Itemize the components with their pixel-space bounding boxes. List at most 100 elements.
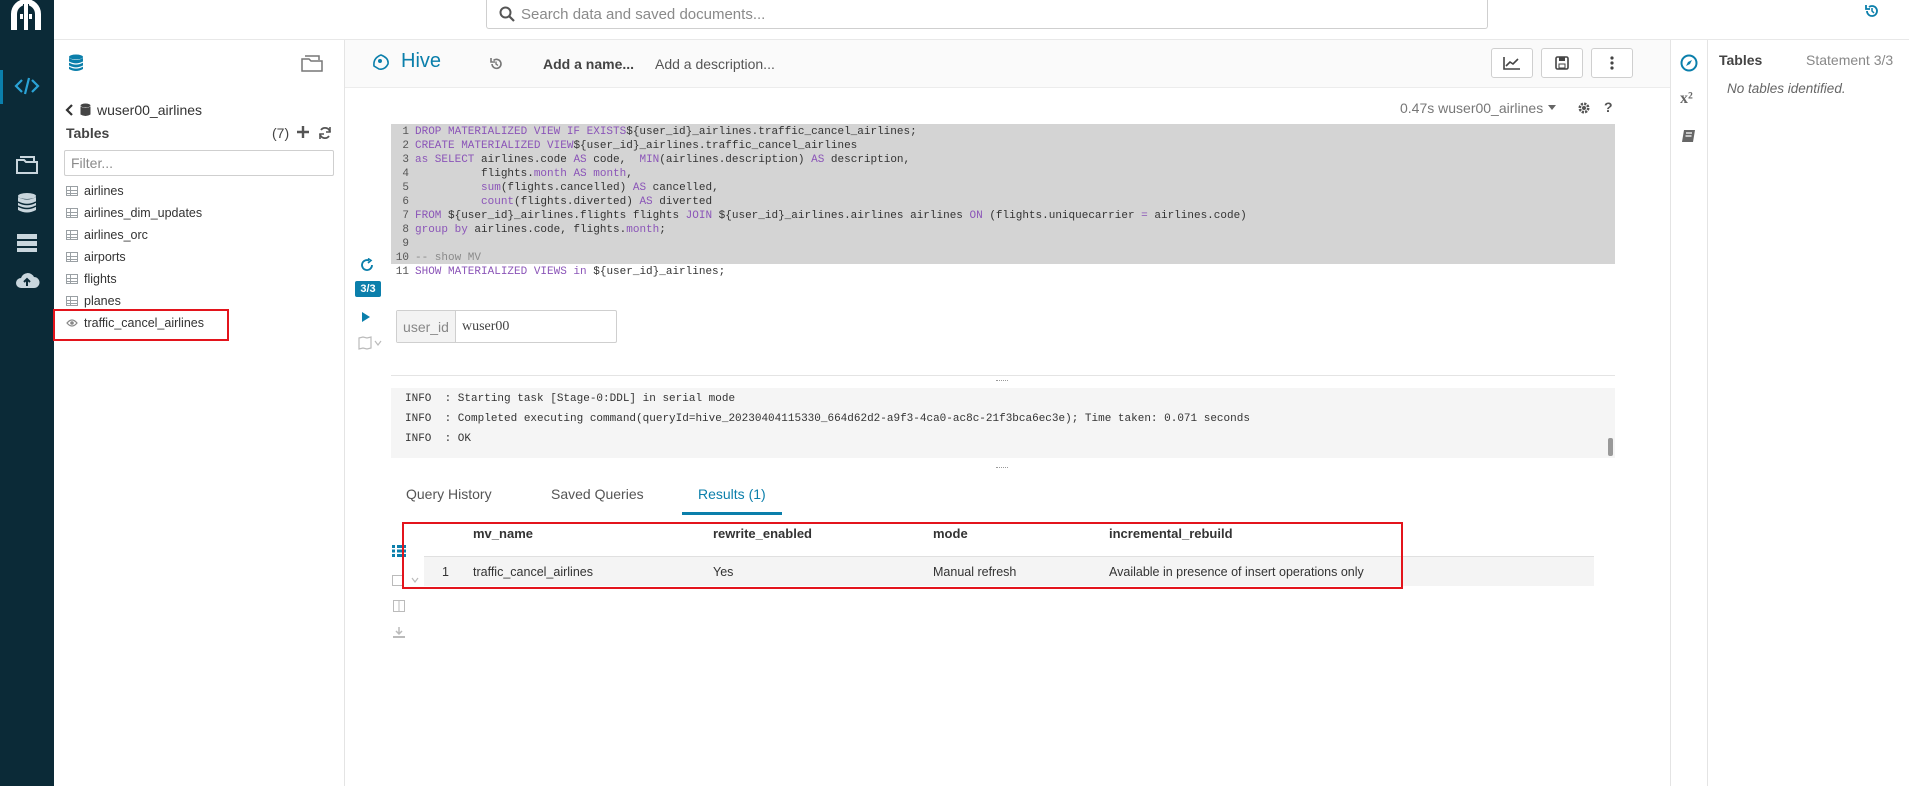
highlight-box-table bbox=[53, 309, 229, 341]
search-icon bbox=[499, 6, 515, 22]
editor-code-icon[interactable] bbox=[14, 73, 40, 99]
table-item-planes[interactable]: planes bbox=[66, 291, 121, 311]
execution-info-text: 0.47s wuser00_airlines bbox=[1400, 100, 1544, 116]
code-line: as SELECT airlines.code AS code, MIN(air… bbox=[415, 154, 911, 166]
back-chevron-icon[interactable] bbox=[64, 103, 74, 117]
table-icon bbox=[66, 274, 78, 284]
global-search[interactable] bbox=[486, 0, 1488, 29]
table-item-airports[interactable]: airports bbox=[66, 247, 126, 267]
sql-editor[interactable]: 1 2 3 4 5 6 7 8 9 10 11 DROP MATERIALIZE… bbox=[391, 124, 1615, 278]
line-chart-icon bbox=[1503, 56, 1521, 70]
documents-icon[interactable] bbox=[14, 152, 40, 178]
parameter-field[interactable]: user_id bbox=[396, 310, 617, 343]
breadcrumb[interactable]: wuser00_airlines bbox=[64, 100, 334, 120]
drag-handle[interactable] bbox=[996, 467, 1008, 469]
tab-saved-queries[interactable]: Saved Queries bbox=[551, 486, 644, 502]
refresh-icon[interactable] bbox=[318, 126, 332, 140]
help-icon[interactable]: ? bbox=[1604, 99, 1613, 115]
folder-icon[interactable] bbox=[301, 54, 323, 72]
vertical-dots-icon bbox=[1610, 56, 1614, 70]
log-line: INFO : Completed executing command(query… bbox=[405, 413, 1250, 425]
line-number: 2 bbox=[402, 140, 409, 152]
parameter-label: user_id bbox=[397, 311, 456, 342]
statement-badge: 3/3 bbox=[355, 281, 381, 297]
active-tab-underline bbox=[682, 512, 782, 515]
line-number: 5 bbox=[402, 182, 409, 194]
assist-panel: wuser00_airlines Tables (7) airlines air… bbox=[53, 40, 345, 786]
table-icon bbox=[66, 186, 78, 196]
line-number: 9 bbox=[402, 238, 409, 250]
database-small-icon bbox=[80, 103, 91, 117]
functions-icon[interactable]: x² bbox=[1680, 90, 1693, 108]
line-number: 8 bbox=[402, 224, 409, 236]
active-indicator bbox=[0, 70, 3, 104]
code-line: CREATE MATERIALIZED VIEW${user_id}_airli… bbox=[415, 140, 858, 152]
line-number: 11 bbox=[395, 266, 409, 278]
empty-state-text: No tables identified. bbox=[1727, 81, 1846, 96]
tables-heading: Tables bbox=[66, 125, 110, 141]
code-line: FROM ${user_id}_airlines.flights flights… bbox=[415, 210, 1247, 222]
log-line: INFO : OK bbox=[405, 433, 472, 445]
line-number: 6 bbox=[402, 196, 409, 208]
database-icon[interactable] bbox=[14, 191, 40, 217]
engine-title[interactable]: Hive bbox=[401, 50, 441, 73]
code-line: SHOW MATERIALIZED VIEWS in ${user_id}_ai… bbox=[415, 266, 726, 278]
tab-results[interactable]: Results (1) bbox=[698, 486, 766, 502]
query-history-icon[interactable] bbox=[489, 57, 503, 71]
app-logo[interactable] bbox=[6, 0, 46, 32]
book-icon[interactable] bbox=[1681, 128, 1697, 144]
refresh-statement-icon[interactable] bbox=[360, 258, 374, 272]
snippets-book-icon[interactable] bbox=[358, 336, 382, 350]
settings-gear-icon[interactable] bbox=[1577, 101, 1591, 115]
tables-heading: Tables bbox=[1719, 52, 1763, 68]
database-icon[interactable] bbox=[68, 54, 84, 72]
drag-handle[interactable] bbox=[996, 380, 1008, 382]
line-number: 4 bbox=[402, 168, 409, 180]
right-assist-panel: x² Tables Statement 3/3 No tables identi… bbox=[1670, 40, 1909, 786]
code-line: DROP MATERIALIZED VIEW IF EXISTS${user_i… bbox=[415, 126, 917, 138]
code-line: group by airlines.code, flights.month; bbox=[415, 224, 666, 236]
editor-header: Hive Add a name... Add a description... bbox=[345, 40, 1670, 88]
compass-icon[interactable] bbox=[1680, 54, 1698, 72]
table-item-airlines-dim-updates[interactable]: airlines_dim_updates bbox=[66, 203, 202, 223]
line-number: 3 bbox=[402, 154, 409, 166]
log-line: INFO : Starting task [Stage-0:DDL] in se… bbox=[405, 393, 736, 405]
table-item-flights[interactable]: flights bbox=[66, 269, 117, 289]
tables-count: (7) bbox=[272, 125, 290, 141]
statement-indicator: Statement 3/3 bbox=[1806, 52, 1894, 68]
execution-info[interactable]: 0.47s wuser00_airlines bbox=[1400, 100, 1557, 116]
splitter[interactable] bbox=[391, 375, 1615, 376]
table-item-airlines-orc[interactable]: airlines_orc bbox=[66, 225, 148, 245]
code-line: flights.month AS month, bbox=[415, 168, 633, 180]
line-number: 10 bbox=[395, 252, 409, 264]
download-icon[interactable] bbox=[393, 627, 405, 639]
history-icon[interactable] bbox=[1864, 3, 1880, 19]
database-name: wuser00_airlines bbox=[97, 102, 203, 118]
upload-cloud-icon[interactable] bbox=[14, 268, 40, 294]
filter-input[interactable] bbox=[65, 151, 333, 175]
parameter-input[interactable] bbox=[456, 311, 606, 342]
query-description-field[interactable]: Add a description... bbox=[655, 56, 775, 72]
add-table-icon[interactable] bbox=[297, 125, 309, 139]
table-icon bbox=[66, 252, 78, 262]
table-icon bbox=[66, 230, 78, 240]
execute-play-icon[interactable] bbox=[361, 311, 371, 323]
caret-down-icon bbox=[1547, 104, 1557, 112]
jobs-icon[interactable] bbox=[14, 230, 40, 256]
highlight-box-results bbox=[402, 522, 1403, 589]
chart-button[interactable] bbox=[1491, 48, 1533, 78]
code-line: -- show MV bbox=[415, 252, 482, 264]
tab-query-history[interactable]: Query History bbox=[406, 486, 492, 502]
log-scrollbar[interactable] bbox=[1608, 438, 1613, 456]
save-button[interactable] bbox=[1541, 48, 1583, 78]
line-number: 1 bbox=[402, 126, 409, 138]
search-input[interactable] bbox=[521, 3, 1461, 25]
table-item-airlines[interactable]: airlines bbox=[66, 181, 124, 201]
table-filter[interactable] bbox=[64, 150, 334, 176]
hive-logo-icon bbox=[371, 52, 391, 72]
query-name-field[interactable]: Add a name... bbox=[543, 56, 634, 72]
columns-icon[interactable] bbox=[393, 600, 405, 612]
table-icon bbox=[66, 208, 78, 218]
line-number: 7 bbox=[402, 210, 409, 222]
more-options-button[interactable] bbox=[1591, 48, 1633, 78]
